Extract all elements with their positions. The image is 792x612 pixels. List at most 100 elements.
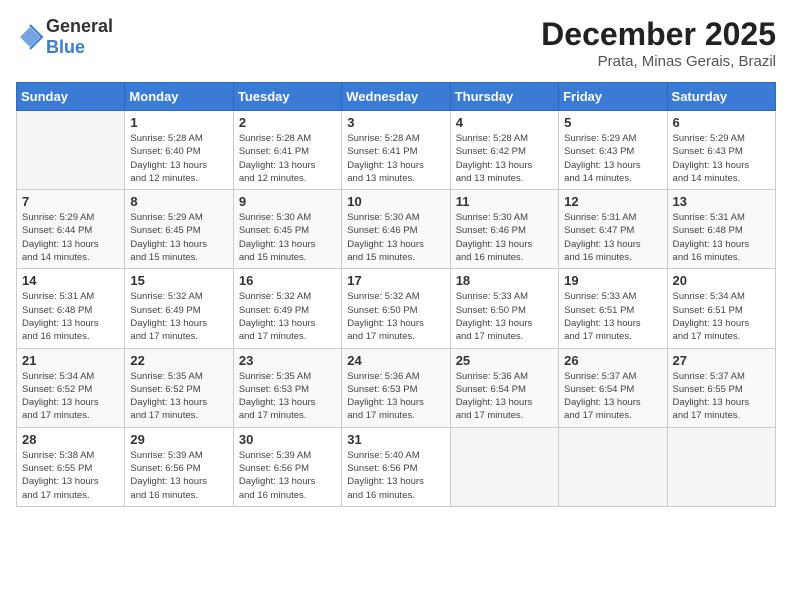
header-tuesday: Tuesday bbox=[233, 83, 341, 111]
calendar-week-row: 1 Sunrise: 5:28 AM Sunset: 6:40 PM Daylig… bbox=[17, 111, 776, 190]
day-number: 10 bbox=[347, 194, 444, 209]
day-info: Sunrise: 5:28 AM Sunset: 6:41 PM Dayligh… bbox=[347, 132, 444, 185]
day-info: Sunrise: 5:30 AM Sunset: 6:46 PM Dayligh… bbox=[347, 211, 444, 264]
day-info: Sunrise: 5:39 AM Sunset: 6:56 PM Dayligh… bbox=[130, 449, 227, 502]
day-number: 15 bbox=[130, 273, 227, 288]
table-row: 22 Sunrise: 5:35 AM Sunset: 6:52 PM Dayli… bbox=[125, 348, 233, 427]
day-info: Sunrise: 5:31 AM Sunset: 6:48 PM Dayligh… bbox=[673, 211, 770, 264]
table-row: 7Sunrise: 5:29 AM Sunset: 6:44 PM Daylig… bbox=[17, 190, 125, 269]
day-number: 21 bbox=[22, 353, 119, 368]
day-number: 22 bbox=[130, 353, 227, 368]
day-number: 18 bbox=[456, 273, 553, 288]
day-info: Sunrise: 5:35 AM Sunset: 6:53 PM Dayligh… bbox=[239, 370, 336, 423]
table-row: 27 Sunrise: 5:37 AM Sunset: 6:55 PM Dayli… bbox=[667, 348, 775, 427]
table-row: 3Sunrise: 5:28 AM Sunset: 6:41 PM Daylig… bbox=[342, 111, 450, 190]
table-row: 12Sunrise: 5:31 AM Sunset: 6:47 PM Dayli… bbox=[559, 190, 667, 269]
table-row: 30 Sunrise: 5:39 AM Sunset: 6:56 PM Dayli… bbox=[233, 427, 341, 506]
table-row: 9Sunrise: 5:30 AM Sunset: 6:45 PM Daylig… bbox=[233, 190, 341, 269]
table-row bbox=[667, 427, 775, 506]
day-number: 5 bbox=[564, 115, 661, 130]
day-info: Sunrise: 5:40 AM Sunset: 6:56 PM Dayligh… bbox=[347, 449, 444, 502]
table-row: 20 Sunrise: 5:34 AM Sunset: 6:51 PM Dayli… bbox=[667, 269, 775, 348]
table-row: 2Sunrise: 5:28 AM Sunset: 6:41 PM Daylig… bbox=[233, 111, 341, 190]
day-info: Sunrise: 5:33 AM Sunset: 6:51 PM Dayligh… bbox=[564, 290, 661, 343]
day-number: 27 bbox=[673, 353, 770, 368]
day-number: 26 bbox=[564, 353, 661, 368]
table-row: 11Sunrise: 5:30 AM Sunset: 6:46 PM Dayli… bbox=[450, 190, 558, 269]
day-info: Sunrise: 5:29 AM Sunset: 6:45 PM Dayligh… bbox=[130, 211, 227, 264]
table-row: 8 Sunrise: 5:29 AM Sunset: 6:45 PM Daylig… bbox=[125, 190, 233, 269]
header-sunday: Sunday bbox=[17, 83, 125, 111]
table-row: 26Sunrise: 5:37 AM Sunset: 6:54 PM Dayli… bbox=[559, 348, 667, 427]
table-row: 15Sunrise: 5:32 AM Sunset: 6:49 PM Dayli… bbox=[125, 269, 233, 348]
day-info: Sunrise: 5:28 AM Sunset: 6:42 PM Dayligh… bbox=[456, 132, 553, 185]
day-number: 9 bbox=[239, 194, 336, 209]
table-row: 25 Sunrise: 5:36 AM Sunset: 6:54 PM Dayli… bbox=[450, 348, 558, 427]
day-number: 25 bbox=[456, 353, 553, 368]
table-row: 13 Sunrise: 5:31 AM Sunset: 6:48 PM Dayli… bbox=[667, 190, 775, 269]
day-number: 29 bbox=[130, 432, 227, 447]
table-row: 21 Sunrise: 5:34 AM Sunset: 6:52 PM Dayli… bbox=[17, 348, 125, 427]
day-info: Sunrise: 5:32 AM Sunset: 6:49 PM Dayligh… bbox=[239, 290, 336, 343]
day-number: 30 bbox=[239, 432, 336, 447]
table-row: 1 Sunrise: 5:28 AM Sunset: 6:40 PM Daylig… bbox=[125, 111, 233, 190]
day-info: Sunrise: 5:34 AM Sunset: 6:51 PM Dayligh… bbox=[673, 290, 770, 343]
month-year-title: December 2025 bbox=[541, 16, 776, 53]
day-number: 1 bbox=[130, 115, 227, 130]
title-block: December 2025 Prata, Minas Gerais, Brazi… bbox=[541, 16, 776, 70]
day-number: 19 bbox=[564, 273, 661, 288]
day-number: 4 bbox=[456, 115, 553, 130]
calendar-week-row: 28Sunrise: 5:38 AM Sunset: 6:55 PM Dayli… bbox=[17, 427, 776, 506]
day-info: Sunrise: 5:30 AM Sunset: 6:46 PM Dayligh… bbox=[456, 211, 553, 264]
day-info: Sunrise: 5:39 AM Sunset: 6:56 PM Dayligh… bbox=[239, 449, 336, 502]
logo: General Blue bbox=[16, 16, 113, 58]
day-number: 20 bbox=[673, 273, 770, 288]
day-info: Sunrise: 5:35 AM Sunset: 6:52 PM Dayligh… bbox=[130, 370, 227, 423]
logo-text-blue: Blue bbox=[46, 37, 85, 57]
day-number: 12 bbox=[564, 194, 661, 209]
table-row: 14Sunrise: 5:31 AM Sunset: 6:48 PM Dayli… bbox=[17, 269, 125, 348]
day-info: Sunrise: 5:36 AM Sunset: 6:54 PM Dayligh… bbox=[456, 370, 553, 423]
day-info: Sunrise: 5:29 AM Sunset: 6:43 PM Dayligh… bbox=[673, 132, 770, 185]
day-info: Sunrise: 5:29 AM Sunset: 6:43 PM Dayligh… bbox=[564, 132, 661, 185]
day-info: Sunrise: 5:34 AM Sunset: 6:52 PM Dayligh… bbox=[22, 370, 119, 423]
logo-icon bbox=[16, 23, 44, 51]
calendar-table: Sunday Monday Tuesday Wednesday Thursday… bbox=[16, 82, 776, 507]
header-friday: Friday bbox=[559, 83, 667, 111]
day-info: Sunrise: 5:28 AM Sunset: 6:40 PM Dayligh… bbox=[130, 132, 227, 185]
table-row: 6 Sunrise: 5:29 AM Sunset: 6:43 PM Daylig… bbox=[667, 111, 775, 190]
day-number: 31 bbox=[347, 432, 444, 447]
table-row bbox=[559, 427, 667, 506]
day-number: 23 bbox=[239, 353, 336, 368]
calendar-week-row: 14Sunrise: 5:31 AM Sunset: 6:48 PM Dayli… bbox=[17, 269, 776, 348]
day-number: 16 bbox=[239, 273, 336, 288]
table-row: 31 Sunrise: 5:40 AM Sunset: 6:56 PM Dayli… bbox=[342, 427, 450, 506]
day-info: Sunrise: 5:33 AM Sunset: 6:50 PM Dayligh… bbox=[456, 290, 553, 343]
table-row: 17Sunrise: 5:32 AM Sunset: 6:50 PM Dayli… bbox=[342, 269, 450, 348]
table-row bbox=[450, 427, 558, 506]
calendar-week-row: 21 Sunrise: 5:34 AM Sunset: 6:52 PM Dayli… bbox=[17, 348, 776, 427]
day-info: Sunrise: 5:31 AM Sunset: 6:48 PM Dayligh… bbox=[22, 290, 119, 343]
header-thursday: Thursday bbox=[450, 83, 558, 111]
location-subtitle: Prata, Minas Gerais, Brazil bbox=[541, 53, 776, 70]
table-row bbox=[17, 111, 125, 190]
table-row: 19 Sunrise: 5:33 AM Sunset: 6:51 PM Dayli… bbox=[559, 269, 667, 348]
day-info: Sunrise: 5:37 AM Sunset: 6:55 PM Dayligh… bbox=[673, 370, 770, 423]
day-number: 17 bbox=[347, 273, 444, 288]
day-number: 6 bbox=[673, 115, 770, 130]
day-info: Sunrise: 5:36 AM Sunset: 6:53 PM Dayligh… bbox=[347, 370, 444, 423]
calendar-week-row: 7Sunrise: 5:29 AM Sunset: 6:44 PM Daylig… bbox=[17, 190, 776, 269]
header-saturday: Saturday bbox=[667, 83, 775, 111]
header-monday: Monday bbox=[125, 83, 233, 111]
table-row: 16 Sunrise: 5:32 AM Sunset: 6:49 PM Dayli… bbox=[233, 269, 341, 348]
table-row: 10 Sunrise: 5:30 AM Sunset: 6:46 PM Dayli… bbox=[342, 190, 450, 269]
table-row: 5 Sunrise: 5:29 AM Sunset: 6:43 PM Daylig… bbox=[559, 111, 667, 190]
day-number: 8 bbox=[130, 194, 227, 209]
day-number: 13 bbox=[673, 194, 770, 209]
header-wednesday: Wednesday bbox=[342, 83, 450, 111]
table-row: 24 Sunrise: 5:36 AM Sunset: 6:53 PM Dayli… bbox=[342, 348, 450, 427]
day-number: 24 bbox=[347, 353, 444, 368]
day-info: Sunrise: 5:29 AM Sunset: 6:44 PM Dayligh… bbox=[22, 211, 119, 264]
table-row: 28Sunrise: 5:38 AM Sunset: 6:55 PM Dayli… bbox=[17, 427, 125, 506]
day-info: Sunrise: 5:28 AM Sunset: 6:41 PM Dayligh… bbox=[239, 132, 336, 185]
